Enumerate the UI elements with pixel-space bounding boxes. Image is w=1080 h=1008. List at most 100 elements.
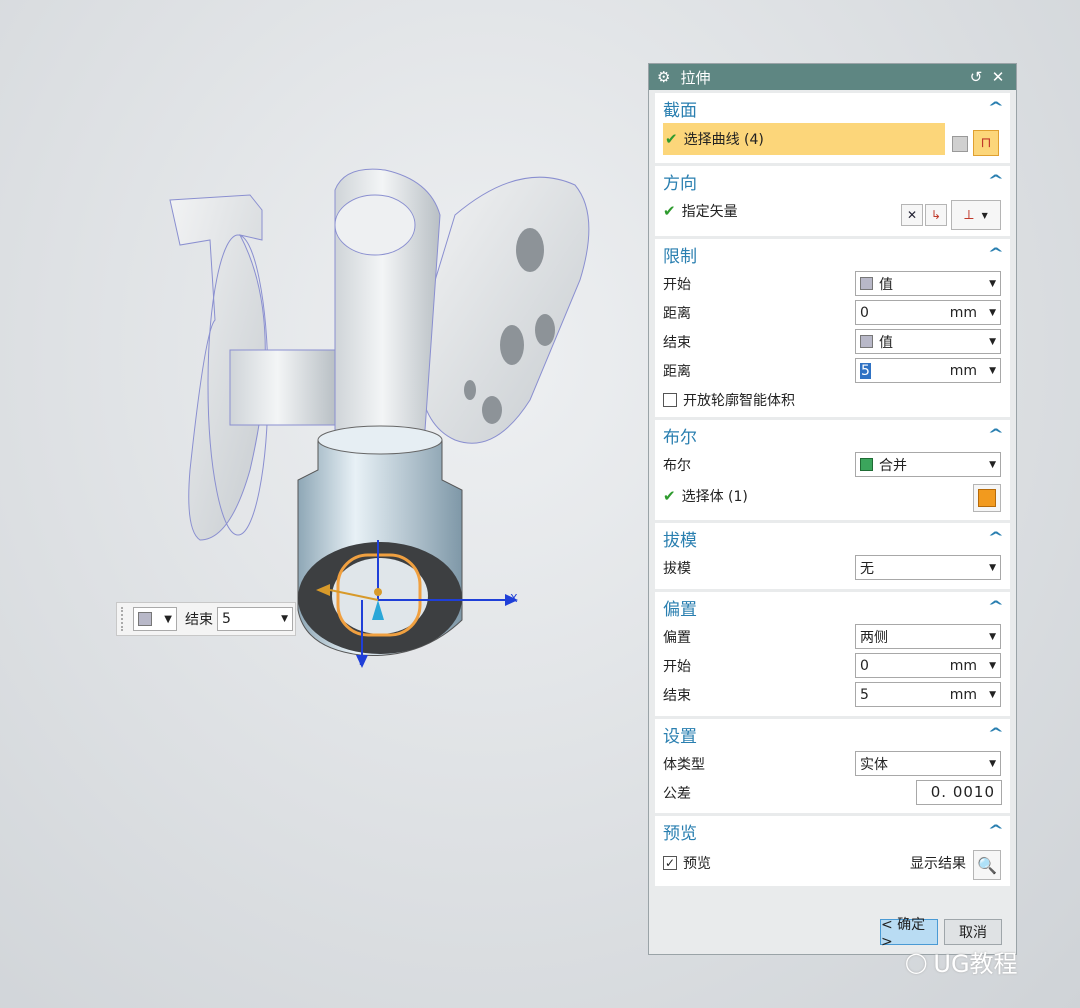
vector-type-dropdown[interactable]: ⟂ ▼ [951, 200, 1001, 230]
check-icon: ✔ [663, 201, 676, 220]
cancel-button[interactable]: 取消 [944, 919, 1002, 945]
draft-select[interactable]: 无 ▼ [855, 555, 1001, 580]
section-title: 截面 [663, 100, 697, 121]
show-result-label: 显示结果 [910, 856, 966, 872]
chevron-down-icon: ▼ [989, 562, 996, 573]
offset-start-input[interactable]: 0 mm ▼ [855, 653, 1001, 678]
check-icon: ✔ [665, 130, 678, 148]
boolean-title: 布尔 [663, 427, 697, 448]
unit-label: mm [949, 362, 978, 379]
draft-title: 拔模 [663, 530, 697, 551]
select-body-button[interactable] [973, 484, 1001, 512]
draft-value: 无 [860, 560, 874, 577]
chevron-down-icon: ▼ [989, 758, 996, 769]
axis-vector-icon: ⟂ [964, 207, 974, 223]
reverse-direction-button[interactable]: ✕ [901, 204, 923, 226]
gear-icon: ⚙ [657, 68, 671, 86]
ok-button[interactable]: < 确定 > [880, 917, 938, 950]
distance-end-value: 5 [860, 362, 871, 379]
select-body-row[interactable]: ✔ 选择体 (1) [655, 479, 1010, 513]
unit-label: mm [949, 686, 978, 703]
show-result-button[interactable]: 🔍 [973, 850, 1001, 880]
vector-icon: ↳ [930, 208, 942, 222]
collapse-icon[interactable]: ^ [988, 100, 1004, 116]
offset-value: 两侧 [860, 629, 888, 646]
cube-icon [860, 335, 873, 348]
limits-panel: 限制 ^ 开始 值 ▼ 距离 0 mm ▼ 结束 值 ▼ 距离 5 mm ▼ 开放轮廓智能体积 [655, 239, 1010, 417]
select-body-label: 选择体 (1) [681, 489, 748, 505]
curve-select-button[interactable]: ⊓ [973, 130, 999, 156]
magnifier-icon: 🔍 [977, 855, 997, 875]
curve-icon: ⊓ [980, 135, 992, 151]
limits-title: 限制 [663, 246, 697, 267]
distance-end-input[interactable]: 5 mm ▼ [855, 358, 1001, 383]
start-limit-value: 值 [879, 276, 893, 293]
unit-label: mm [949, 657, 978, 674]
chevron-down-icon: ▼ [989, 689, 996, 700]
distance-start-input[interactable]: 0 mm ▼ [855, 300, 1001, 325]
collapse-icon[interactable]: ^ [988, 427, 1004, 443]
offset-panel: 偏置 ^ 偏置 两侧 ▼ 开始 0 mm ▼ 结束 5 mm ▼ [655, 592, 1010, 716]
reset-icon[interactable]: ↺ [966, 68, 986, 86]
collapse-icon[interactable]: ^ [988, 823, 1004, 839]
collapse-icon[interactable]: ^ [988, 599, 1004, 615]
check-icon: ✔ [663, 487, 676, 505]
dialog-titlebar[interactable]: ⚙ 拉伸 ↺ ✕ [649, 64, 1016, 90]
sketch-section-button[interactable] [947, 131, 973, 157]
solid-body-icon [978, 489, 996, 507]
select-curve-row[interactable]: ✔ 选择曲线 (4) [663, 123, 945, 155]
chevron-down-icon: ▼ [989, 459, 996, 470]
preview-checkbox[interactable]: ✓ [663, 856, 677, 870]
chevron-down-icon: ▼ [989, 631, 996, 642]
preview-title: 预览 [663, 823, 697, 844]
chevron-down-icon: ▼ [281, 614, 288, 624]
grip-handle[interactable] [121, 607, 129, 631]
3d-model[interactable] [0, 0, 640, 700]
chevron-down-icon: ▼ [989, 336, 996, 347]
limit-type-dropdown[interactable]: ▼ [133, 607, 177, 631]
vector-dialog-button[interactable]: ↳ [925, 204, 947, 226]
end-limit-value: 值 [879, 334, 893, 351]
direction-panel: 方向 ^ ✔ 指定矢量 ✕ ↳ ⟂ ▼ [655, 166, 1010, 236]
start-limit-select[interactable]: 值 ▼ [855, 271, 1001, 296]
y-axis-label: Y [357, 655, 364, 668]
tolerance-input[interactable]: 0. 0010 [916, 780, 1002, 805]
distance-start-value: 0 [860, 304, 869, 321]
collapse-icon[interactable]: ^ [988, 173, 1004, 189]
settings-title: 设置 [663, 726, 697, 747]
open-profile-row[interactable]: 开放轮廓智能体积 [655, 385, 1010, 414]
boolean-select[interactable]: 合并 ▼ [855, 452, 1001, 477]
chevron-down-icon: ▼ [981, 210, 988, 220]
chevron-down-icon: ▼ [164, 613, 172, 625]
settings-panel: 设置 ^ 体类型 实体 ▼ 公差 0. 0010 [655, 719, 1010, 813]
dialog-title: 拉伸 [680, 68, 711, 87]
mini-end-input[interactable]: 5 ▼ [217, 607, 293, 631]
body-type-select[interactable]: 实体 ▼ [855, 751, 1001, 776]
end-limit-select[interactable]: 值 ▼ [855, 329, 1001, 354]
preview-row[interactable]: ✓ 预览 显示结果 [655, 846, 1010, 880]
chevron-down-icon: ▼ [989, 365, 996, 376]
direction-title: 方向 [663, 173, 697, 194]
collapse-icon[interactable]: ^ [988, 726, 1004, 742]
collapse-icon[interactable]: ^ [988, 246, 1004, 262]
cube-icon [860, 277, 873, 290]
draft-panel: 拔模 ^ 拔模 无 ▼ [655, 523, 1010, 589]
watermark-text: UG教程 [933, 950, 1018, 978]
offset-end-input[interactable]: 5 mm ▼ [855, 682, 1001, 707]
boolean-panel: 布尔 ^ 布尔 合并 ▼ ✔ 选择体 (1) [655, 420, 1010, 520]
open-profile-checkbox[interactable] [663, 392, 677, 407]
close-icon[interactable]: ✕ [988, 68, 1008, 86]
preview-label: 预览 [683, 856, 711, 872]
unit-label: mm [949, 304, 978, 321]
body-type-value: 实体 [860, 756, 888, 773]
watermark: ◯ UG教程 [905, 944, 1018, 979]
wechat-icon: ◯ [905, 949, 928, 974]
chevron-down-icon: ▼ [989, 660, 996, 671]
boolean-value: 合并 [879, 457, 907, 474]
mini-end-label: 结束 [185, 612, 213, 628]
mini-end-value: 5 [222, 611, 231, 627]
collapse-icon[interactable]: ^ [988, 530, 1004, 546]
x-axis-label: X [510, 592, 518, 605]
offset-end-value: 5 [860, 686, 869, 703]
offset-select[interactable]: 两侧 ▼ [855, 624, 1001, 649]
